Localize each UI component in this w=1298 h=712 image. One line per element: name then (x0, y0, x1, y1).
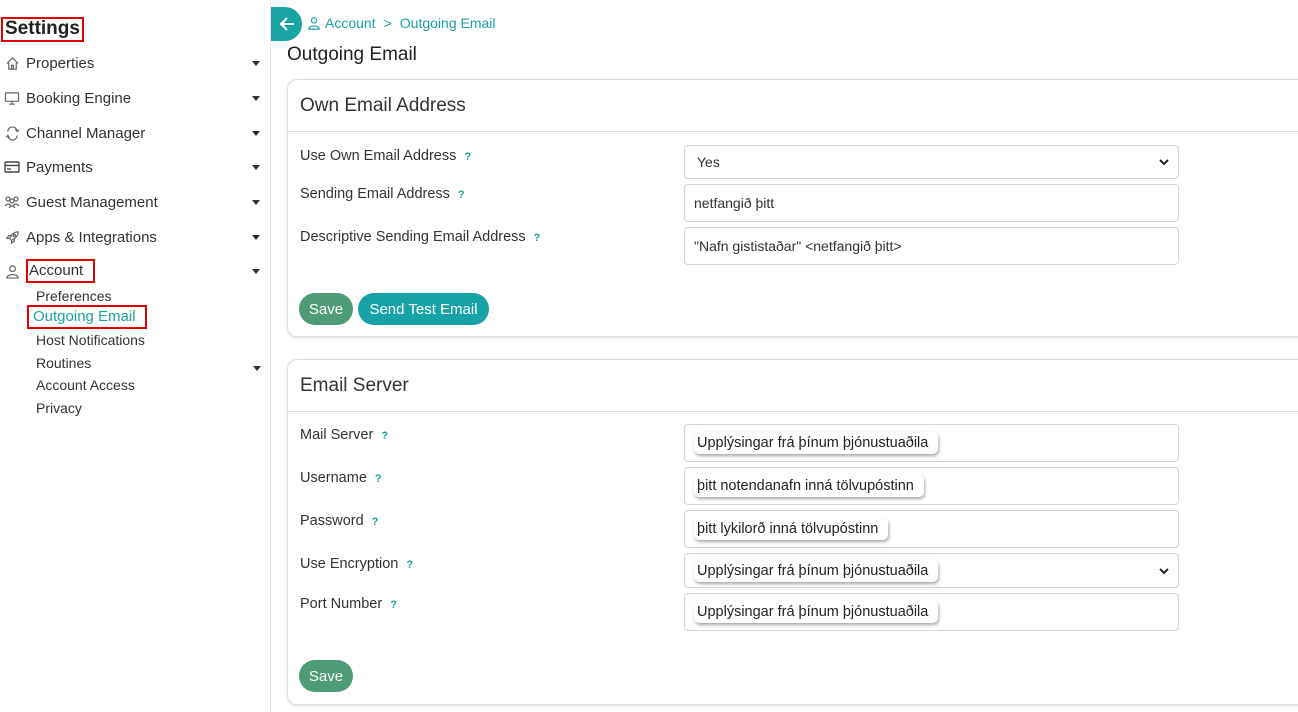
send-test-email-button[interactable]: Send Test Email (358, 293, 489, 325)
sidebar-item-label: Properties (26, 54, 95, 72)
label-text: Port Number (300, 596, 383, 612)
chevron-down-icon (253, 366, 261, 371)
field-value: þitt notendanafn inná tölvupóstinn (694, 475, 924, 497)
monitor-icon (3, 89, 21, 107)
username-field[interactable]: þitt notendanafn inná tölvupóstinn (684, 467, 1179, 505)
field-value: netfangið þitt (694, 195, 775, 211)
sidebar-subitem-privacy[interactable]: Privacy (36, 399, 82, 417)
email-server-card: Email Server Mail Server? Upplýsingar fr… (287, 359, 1298, 705)
sidebar-item-payments[interactable]: Payments (3, 155, 265, 179)
sidebar-subitem-preferences[interactable]: Preferences (36, 287, 111, 305)
sidebar-item-label: Apps & Integrations (26, 228, 157, 246)
label-text: Username (300, 470, 367, 486)
password-field[interactable]: þitt lykilorð inná tölvupóstinn (684, 510, 1179, 548)
sidebar-item-label: Payments (26, 158, 93, 176)
chevron-down-icon (1159, 159, 1169, 166)
save-button[interactable]: Save (299, 293, 353, 325)
field-value: "Nafn gististaðar" <netfangið þitt> (694, 238, 902, 254)
sidebar-item-channel-manager[interactable]: Channel Manager (3, 121, 265, 145)
breadcrumb: Account > Outgoing Email (307, 15, 496, 31)
users-icon (3, 193, 21, 211)
help-icon[interactable]: ? (375, 473, 382, 485)
chevron-down-icon (252, 131, 260, 136)
sidebar-subitem-routines[interactable]: Routines (36, 354, 91, 372)
select-value: Upplýsingar frá þínum þjónustuaðila (694, 559, 939, 582)
chevron-down-icon (252, 165, 260, 170)
sidebar-item-booking-engine[interactable]: Booking Engine (3, 86, 265, 110)
page-title: Outgoing Email (287, 44, 417, 65)
settings-sidebar: Settings Properties Booking Engine Chann… (0, 0, 271, 712)
sidebar-subitem-outgoing-email[interactable]: Outgoing Email (27, 305, 147, 329)
chevron-down-icon (252, 61, 260, 66)
chevron-down-icon (252, 96, 260, 101)
field-value: Upplýsingar frá þínum þjónustuaðila (694, 601, 939, 623)
port-number-label: Port Number? (300, 596, 397, 612)
label-text: Use Own Email Address (300, 148, 457, 164)
label-text: Use Encryption (300, 556, 399, 572)
help-icon[interactable]: ? (406, 559, 413, 571)
label-text: Sending Email Address (300, 186, 450, 202)
descriptive-email-field[interactable]: "Nafn gististaðar" <netfangið þitt> (684, 227, 1179, 265)
breadcrumb-current: Outgoing Email (399, 15, 496, 31)
rocket-icon (3, 228, 21, 246)
encryption-select[interactable]: Upplýsingar frá þínum þjónustuaðila (684, 553, 1179, 588)
use-own-email-select[interactable]: Yes (684, 145, 1179, 179)
select-value: Yes (697, 154, 720, 170)
help-icon[interactable]: ? (464, 151, 471, 163)
home-icon (3, 54, 21, 72)
sidebar-item-guest-management[interactable]: Guest Management (3, 190, 265, 214)
save-button[interactable]: Save (299, 660, 353, 692)
field-value: þitt lykilorð inná tölvupóstinn (694, 518, 889, 540)
descriptive-email-label: Descriptive Sending Email Address? (300, 229, 540, 245)
credit-card-icon (3, 158, 21, 176)
help-icon[interactable]: ? (458, 189, 465, 201)
breadcrumb-separator: > (383, 15, 392, 31)
help-icon[interactable]: ? (372, 516, 379, 528)
password-label: Password? (300, 513, 378, 529)
breadcrumb-account-link[interactable]: Account (325, 15, 376, 31)
help-icon[interactable]: ? (534, 232, 541, 244)
card-header: Own Email Address (288, 80, 1298, 132)
sidebar-item-account[interactable]: Account (3, 259, 265, 283)
sidebar-item-label: Channel Manager (26, 124, 146, 142)
chevron-down-icon (252, 200, 260, 205)
encryption-label: Use Encryption? (300, 556, 413, 572)
use-own-email-label: Use Own Email Address? (300, 148, 471, 164)
username-label: Username? (300, 470, 382, 486)
user-icon (3, 262, 21, 280)
mail-server-label: Mail Server? (300, 427, 388, 443)
arrow-left-icon (279, 17, 294, 31)
label-text: Password (300, 513, 364, 529)
sidebar-subitem-host-notifications[interactable]: Host Notifications (36, 331, 145, 349)
sending-email-label: Sending Email Address? (300, 186, 465, 202)
sidebar-item-label: Guest Management (26, 193, 158, 211)
chevron-down-icon (252, 269, 260, 274)
sidebar-item-label: Account (26, 259, 96, 283)
help-icon[interactable]: ? (381, 430, 388, 442)
sidebar-item-apps-integrations[interactable]: Apps & Integrations (3, 225, 265, 249)
help-icon[interactable]: ? (390, 599, 397, 611)
mail-server-field[interactable]: Upplýsingar frá þínum þjónustuaðila (684, 424, 1179, 462)
back-button[interactable] (271, 7, 302, 41)
port-number-field[interactable]: Upplýsingar frá þínum þjónustuaðila (684, 593, 1179, 631)
user-icon (308, 17, 320, 30)
sidebar-item-properties[interactable]: Properties (3, 51, 265, 75)
sidebar-subitem-account-access[interactable]: Account Access (36, 376, 135, 394)
own-email-card: Own Email Address Use Own Email Address?… (287, 79, 1298, 337)
sync-icon (3, 124, 21, 142)
chevron-down-icon (252, 235, 260, 240)
field-value: Upplýsingar frá þínum þjónustuaðila (694, 432, 939, 454)
sending-email-field[interactable]: netfangið þitt (684, 184, 1179, 222)
label-text: Mail Server (300, 427, 374, 443)
chevron-down-icon (1159, 567, 1169, 574)
sidebar-item-label: Booking Engine (26, 89, 132, 107)
label-text: Descriptive Sending Email Address (300, 229, 526, 245)
sidebar-title: Settings (1, 17, 84, 42)
card-header: Email Server (288, 360, 1298, 412)
